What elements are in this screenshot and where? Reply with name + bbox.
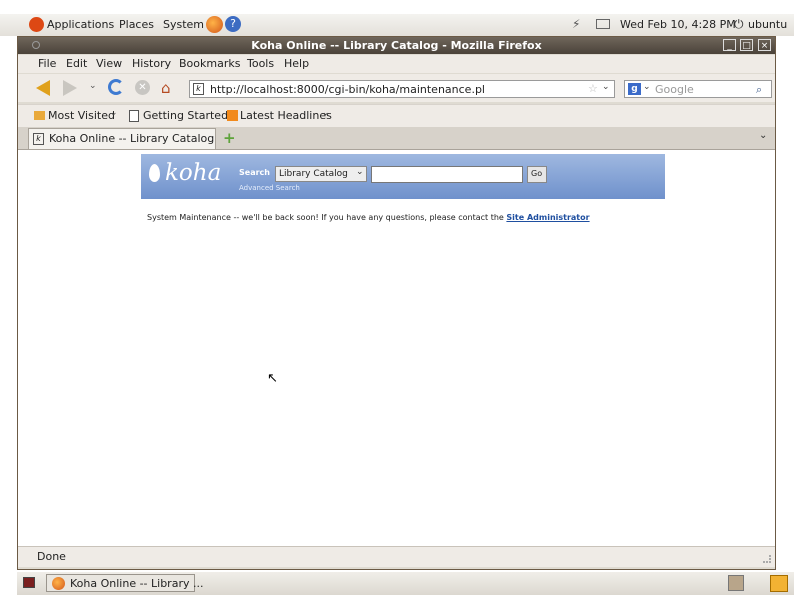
catalog-search-input[interactable] xyxy=(371,166,523,183)
list-all-tabs-icon[interactable]: ⌄ xyxy=(759,130,767,141)
menu-help[interactable]: Help xyxy=(284,57,309,70)
ubuntu-logo-icon[interactable] xyxy=(29,17,44,32)
site-favicon-icon: k xyxy=(193,83,204,95)
go-button[interactable]: Go xyxy=(527,166,547,183)
show-desktop-icon[interactable] xyxy=(23,577,35,588)
bookmark-star-icon[interactable]: ☆ xyxy=(588,82,598,95)
select-arrow-icon: ⌄ xyxy=(356,167,364,177)
mouse-cursor-icon: ↖ xyxy=(267,371,278,386)
menu-history[interactable]: History xyxy=(132,57,171,70)
maintenance-message-line: System Maintenance -- we'll be back soon… xyxy=(147,213,590,222)
search-label: Search xyxy=(239,168,270,177)
help-icon[interactable]: ? xyxy=(225,16,241,32)
system-menu[interactable]: System xyxy=(163,18,204,31)
chevron-down-icon[interactable]: ⌄ xyxy=(110,108,118,118)
reload-icon[interactable] xyxy=(108,79,124,95)
menu-file[interactable]: File xyxy=(38,57,56,70)
magnifier-icon[interactable]: ⌕ xyxy=(756,83,762,97)
catalog-select-value: Library Catalog xyxy=(279,169,348,179)
page-content xyxy=(18,150,775,546)
firefox-launcher-icon[interactable] xyxy=(206,16,223,33)
menu-view[interactable]: View xyxy=(96,57,122,70)
koha-header: koha Search Library Catalog ⌄ Go Advance… xyxy=(141,154,665,199)
maximize-button[interactable]: □ xyxy=(740,39,753,51)
taskbar-window-label: Koha Online -- Library ... xyxy=(70,577,204,590)
power-icon[interactable]: ⏻ xyxy=(734,17,744,32)
taskbar-firefox-button[interactable]: Koha Online -- Library ... xyxy=(46,574,203,592)
desktop: { "panel": { "applications": "Applicatio… xyxy=(0,0,794,595)
window-title: Koha Online -- Library Catalog - Mozilla… xyxy=(251,39,542,52)
trash-icon[interactable] xyxy=(728,575,744,591)
go-label: Go xyxy=(531,169,543,178)
tab-favicon-icon: k xyxy=(33,133,44,145)
back-icon[interactable] xyxy=(36,80,50,96)
koha-leaf-icon xyxy=(149,164,160,182)
bookmark-most-visited[interactable]: Most Visited xyxy=(48,109,115,122)
menu-edit[interactable]: Edit xyxy=(66,57,87,70)
home-icon[interactable]: ⌂ xyxy=(161,79,171,97)
minimize-button[interactable]: _ xyxy=(723,39,736,51)
maintenance-message: System Maintenance -- we'll be back soon… xyxy=(147,213,504,222)
history-dropdown-icon[interactable]: ⌄ xyxy=(89,81,97,91)
tab-koha[interactable]: k Koha Online -- Library Catalog xyxy=(28,128,216,149)
stop-icon[interactable]: ✕ xyxy=(135,80,150,95)
status-bar: Done xyxy=(18,546,775,567)
mail-icon[interactable] xyxy=(596,19,610,29)
close-button[interactable]: × xyxy=(758,39,771,51)
top-panel: Applications Places System ? ⚡ Wed Feb 1… xyxy=(0,14,794,36)
advanced-search-link[interactable]: Advanced Search xyxy=(239,184,300,192)
user-name[interactable]: ubuntu xyxy=(748,18,787,31)
engine-dropdown-icon[interactable]: ⌄ xyxy=(643,82,651,92)
google-engine-icon[interactable]: g xyxy=(628,83,641,95)
window-titlebar[interactable]: Koha Online -- Library Catalog - Mozilla… xyxy=(18,37,775,54)
applications-menu[interactable]: Applications xyxy=(47,18,114,31)
site-administrator-link[interactable]: Site Administrator xyxy=(506,213,589,222)
rss-feed-icon xyxy=(227,110,238,121)
chevron-down-icon[interactable]: ⌄ xyxy=(322,108,330,118)
menu-bar: File Edit View History Bookmarks Tools H… xyxy=(18,55,775,73)
workspace-switcher-icon[interactable] xyxy=(770,575,788,592)
catalog-select[interactable]: Library Catalog ⌄ xyxy=(275,166,367,182)
search-bar[interactable]: g ⌄ Google ⌕ xyxy=(624,80,772,98)
tab-label: Koha Online -- Library Catalog xyxy=(49,132,215,145)
bookmark-getting-started[interactable]: Getting Started xyxy=(143,109,228,122)
url-dropdown-icon[interactable]: ⌄ xyxy=(602,82,610,92)
menu-tools[interactable]: Tools xyxy=(247,57,274,70)
koha-logo[interactable]: koha xyxy=(165,160,221,186)
bookmarks-toolbar: Most Visited ⌄ Getting Started Latest He… xyxy=(18,104,775,127)
url-text[interactable]: http://localhost:8000/cgi-bin/koha/maint… xyxy=(210,83,485,96)
network-icon[interactable]: ⚡ xyxy=(572,17,586,32)
page-icon xyxy=(129,110,139,122)
resize-grip-icon[interactable] xyxy=(763,555,771,563)
bookmark-latest-headlines[interactable]: Latest Headlines xyxy=(240,109,332,122)
forward-icon[interactable] xyxy=(63,80,77,96)
new-tab-icon[interactable]: + xyxy=(223,129,236,147)
status-text: Done xyxy=(37,550,66,563)
firefox-task-icon xyxy=(52,577,65,590)
search-placeholder: Google xyxy=(655,83,694,96)
places-menu[interactable]: Places xyxy=(119,18,154,31)
url-bar[interactable]: k http://localhost:8000/cgi-bin/koha/mai… xyxy=(189,80,615,98)
clock[interactable]: Wed Feb 10, 4:28 PM xyxy=(620,18,736,31)
menu-bookmarks[interactable]: Bookmarks xyxy=(179,57,240,70)
folder-icon xyxy=(34,111,45,120)
